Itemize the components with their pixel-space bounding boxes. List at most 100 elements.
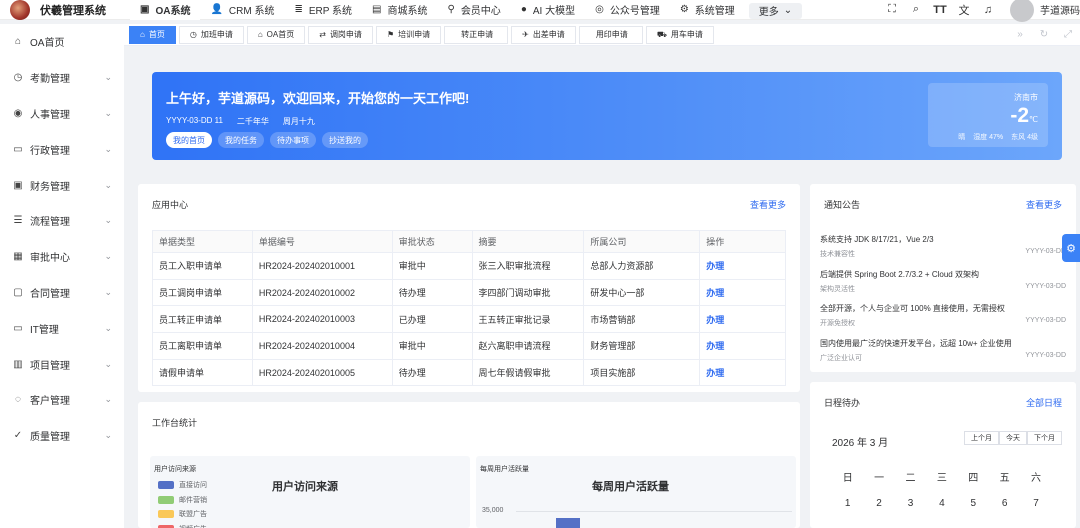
legend-item[interactable]: 邮件营销 (158, 493, 207, 508)
calendar-button-1[interactable]: 今天 (999, 431, 1027, 445)
chevron-down-icon: ⌄ (783, 5, 793, 16)
weekday-label: 二 (905, 473, 916, 484)
table-cell: 项目实施部 (583, 358, 701, 387)
user-name[interactable]: 芋道源码 (1040, 2, 1080, 17)
tab-8[interactable]: ⛟ 用车申请 (645, 25, 714, 44)
shop-icon: ▤ (372, 4, 382, 15)
chevron-down-icon: ⌄ (104, 179, 112, 190)
calendar-day[interactable]: 2 (863, 498, 894, 509)
topnav-item-1[interactable]: 👤 CRM 系统 (200, 0, 284, 20)
legend-label: 联盟广告 (179, 511, 207, 519)
topnav-item-0[interactable]: ▣ OA系统 (130, 0, 201, 20)
topnav-label: AI 大模型 (532, 6, 576, 17)
notice-item[interactable]: 国内使用最广泛的快速开发平台，远超 10w+ 企业使用 广泛企业认可 YYYY-03… (820, 338, 1066, 373)
legend-item[interactable]: 直接访问 (158, 478, 207, 493)
banner-buttons: 我的首页 我的任务 待办事项 抄送我的 (166, 132, 368, 148)
table-cell: 员工离职申请单 (152, 332, 253, 360)
translate-icon[interactable]: 文 (952, 2, 976, 18)
topnav-item-3[interactable]: ▤ 商城系统 (362, 0, 437, 20)
tab-0[interactable]: ⌂ 首页 (129, 25, 176, 44)
table-cell: 王五转正审批记录 (471, 305, 585, 334)
notice-item[interactable]: 系统支持 JDK 8/17/21，Vue 2/3 技术兼容性 YYYY-03-DD (820, 234, 1066, 269)
table-cell: 请假申请单 (152, 358, 253, 387)
tab-label: OA首页 (266, 30, 295, 39)
sidebar-item-11[interactable]: ✓ 质量管理 ⌄ (0, 418, 124, 454)
calendar-day[interactable]: 4 (926, 498, 957, 509)
notice-item[interactable]: 全部开源，个人与企业可 100% 直接使用，无需授权 开源免授权 YYYY-03-D… (820, 303, 1066, 338)
banner-button-0[interactable]: 我的首页 (166, 132, 212, 148)
search-icon[interactable]: ⌕ (904, 3, 928, 16)
tab-5[interactable]: 转正申请 (444, 25, 509, 44)
app-center-more-link[interactable]: 查看更多 (750, 198, 786, 211)
sidebar-item-0[interactable]: ⌂ OA首页 (0, 24, 124, 60)
week-text: 周月十九 (282, 117, 315, 126)
sidebar-item-10[interactable]: ◌ 客户管理 ⌄ (0, 382, 124, 418)
handle-link[interactable]: 办理 (699, 305, 786, 334)
top-right-tools: ⛶ ⌕ TT 文 ♫ 芋道源码 (880, 0, 1080, 22)
settings-float-button[interactable]: ⚙ (1062, 234, 1080, 262)
sidebar-item-label: 人事管理 (30, 109, 70, 121)
banner-button-1[interactable]: 我的任务 (218, 132, 264, 148)
sidebar-item-label: 行政管理 (30, 145, 70, 157)
sidebar-item-5[interactable]: ☰ 流程管理 ⌄ (0, 203, 124, 239)
table-cell: 已办理 (391, 305, 473, 334)
sidebar-item-4[interactable]: ▣ 财务管理 ⌄ (0, 167, 124, 203)
sidebar-item-8[interactable]: ▭ IT管理 ⌄ (0, 310, 124, 346)
calendar-day[interactable]: 7 (1020, 498, 1051, 509)
double-chevron-right-icon[interactable]: » (1008, 29, 1032, 40)
tab-1[interactable]: ◷ 加班申请 (178, 25, 244, 44)
sidebar-item-2[interactable]: ◉ 人事管理 ⌄ (0, 96, 124, 132)
topnav-label: CRM 系统 (228, 6, 275, 17)
expand-icon[interactable]: ⤢ (1056, 29, 1080, 40)
sidebar-item-label: 财务管理 (30, 181, 70, 193)
calendar-day[interactable]: 3 (895, 498, 926, 509)
calendar-button-0[interactable]: 上个月 (964, 431, 999, 445)
tab-7[interactable]: 用印申请 (578, 25, 643, 44)
notice-item[interactable]: 后端提供 Spring Boot 2.7/3.2 + Cloud 双架构 架构灵活… (820, 269, 1066, 304)
calendar-day[interactable]: 1 (832, 498, 863, 509)
clock-icon: ◷ (13, 72, 23, 84)
topnav-item-7[interactable]: ⚙ 系统管理 (670, 0, 745, 20)
calendar-day[interactable]: 6 (989, 498, 1020, 509)
legend-item[interactable]: 联盟广告 (158, 507, 207, 522)
calendar-day[interactable]: 5 (958, 498, 989, 509)
table-cell: HR2024-202402010003 (251, 305, 393, 334)
topnav-item-6[interactable]: ◎ 公众号管理 (585, 0, 670, 20)
topnav-item-4[interactable]: ⚲ 会员中心 (437, 0, 510, 20)
avatar[interactable] (1010, 0, 1034, 22)
sidebar-item-3[interactable]: ▭ 行政管理 ⌄ (0, 131, 124, 167)
sidebar-item-1[interactable]: ◷ 考勤管理 ⌄ (0, 60, 124, 96)
notice-more-link[interactable]: 查看更多 (1026, 198, 1062, 211)
font-size-icon[interactable]: TT (928, 4, 952, 16)
schedule-more-link[interactable]: 全部日程 (1026, 396, 1062, 409)
tab-4[interactable]: ⚑ 培训申请 (375, 25, 442, 44)
handle-link[interactable]: 办理 (699, 252, 786, 280)
calendar-button-2[interactable]: 下个月 (1027, 431, 1062, 445)
handle-link[interactable]: 办理 (699, 278, 786, 307)
fullscreen-icon[interactable]: ⛶ (880, 3, 904, 16)
banner-button-2[interactable]: 待办事项 (270, 132, 316, 148)
greeting-text: 上午好，芋道源码，欢迎回来，开始您的一天工作吧! (166, 91, 470, 106)
table-cell: 待办理 (391, 358, 473, 387)
bell-icon[interactable]: ♫ (976, 4, 1000, 16)
notice-item-title: 后端提供 Spring Boot 2.7/3.2 + Cloud 双架构 (820, 269, 979, 279)
tab-6[interactable]: ✈ 出差申请 (511, 25, 576, 44)
handle-link[interactable]: 办理 (699, 358, 786, 387)
apple-icon: ● (520, 4, 527, 15)
sidebar-item-7[interactable]: ▢ 合同管理 ⌄ (0, 275, 124, 311)
topnav-item-2[interactable]: ≣ ERP 系统 (284, 0, 362, 20)
more-menu-button[interactable]: 更多 ⌄ (748, 2, 803, 19)
sidebar-item-6[interactable]: ▦ 审批中心 ⌄ (0, 239, 124, 275)
gear-icon: ⚙ (1066, 242, 1076, 255)
chevron-down-icon: ⌄ (104, 286, 112, 297)
banner-button-3[interactable]: 抄送我的 (322, 132, 368, 148)
tab-3[interactable]: ⇄ 调岗申请 (308, 25, 373, 44)
refresh-icon[interactable]: ↻ (1032, 29, 1056, 40)
tab-2[interactable]: ⌂ OA首页 (246, 25, 306, 44)
handle-link[interactable]: 办理 (699, 332, 786, 360)
logo[interactable]: 伏羲管理系统 (0, 0, 130, 20)
topnav-item-5[interactable]: ● AI 大模型 (511, 0, 585, 20)
sidebar-item-9[interactable]: ▥ 项目管理 ⌄ (0, 346, 124, 382)
weekly-active-bar (556, 518, 580, 528)
legend-item[interactable]: 视频广告 (158, 522, 207, 528)
